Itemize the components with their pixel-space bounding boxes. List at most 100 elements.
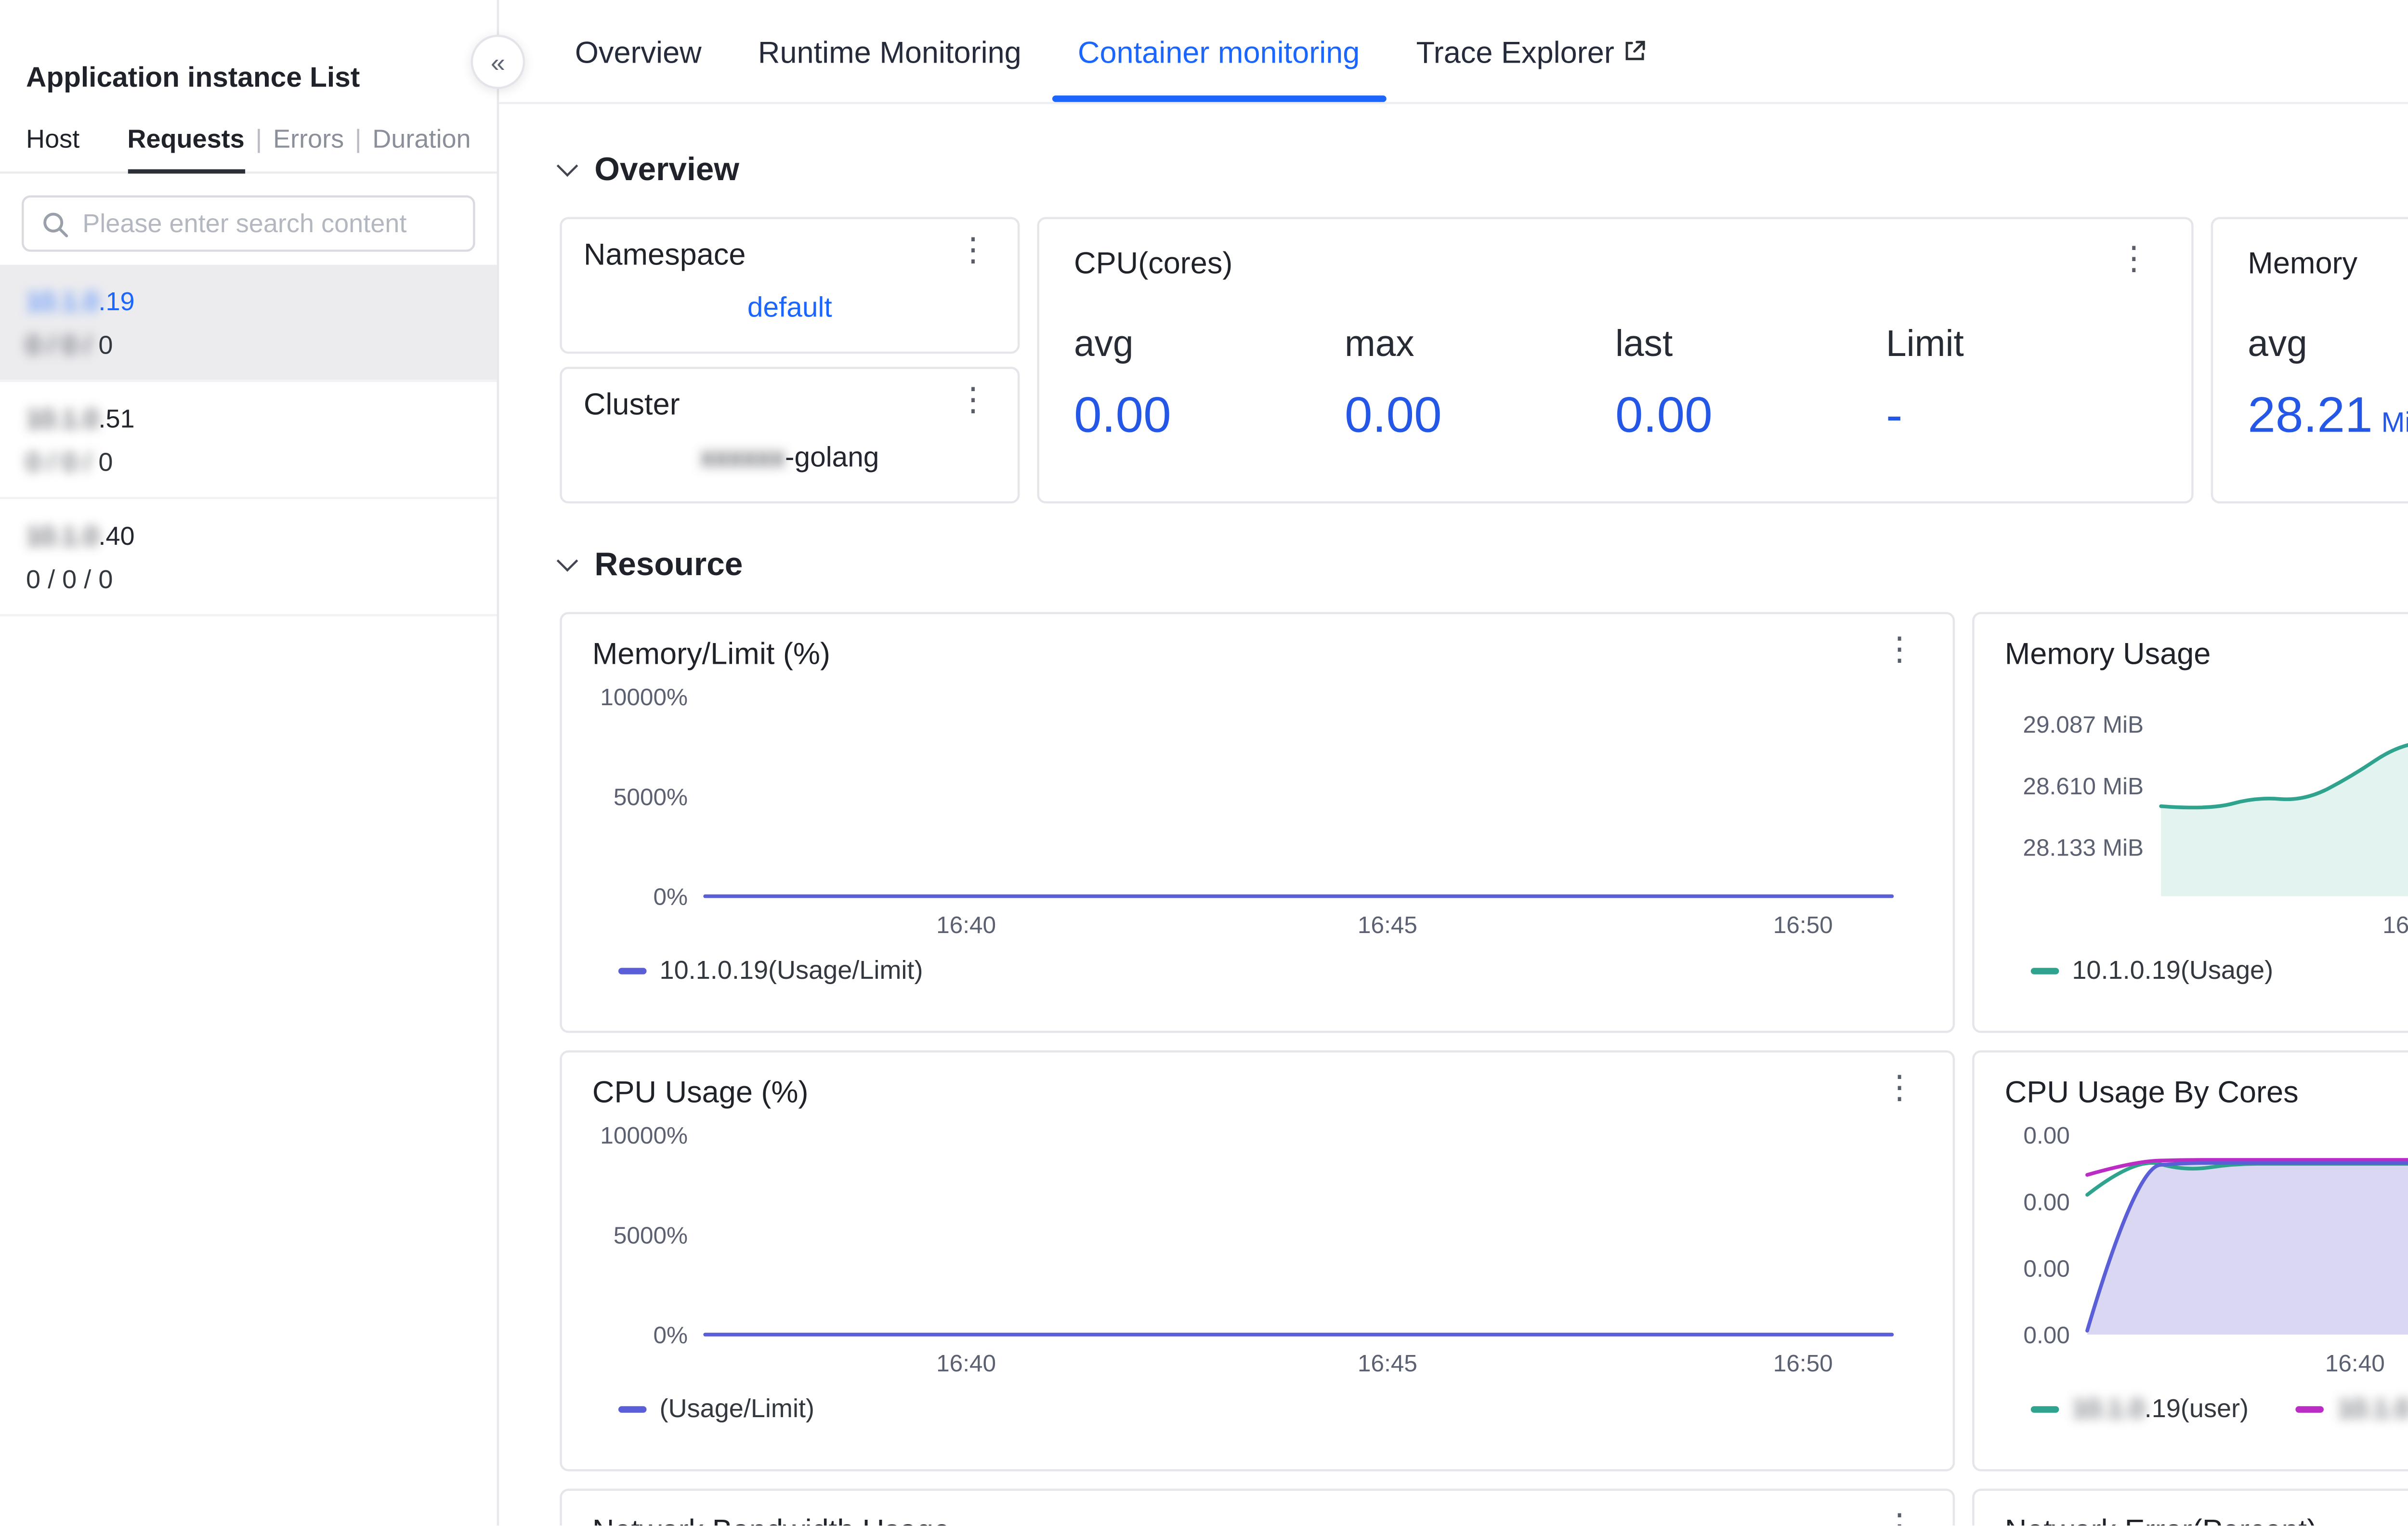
tab-requests[interactable]: Requests bbox=[127, 124, 244, 154]
cpu-usage-chart: 10000%5000%0%16:4016:4516:50 bbox=[592, 1113, 1923, 1387]
content-area: Overview Namespace ⋮ default Cluster bbox=[499, 104, 2408, 1526]
application-instance-sidebar: Application instance List Host Requests … bbox=[0, 0, 499, 1526]
tab-host[interactable]: Host bbox=[26, 124, 79, 154]
cpu-usage-chart-card: CPU Usage (%) ⋮ 10000%5000%0%16:4016:451… bbox=[560, 1050, 1955, 1471]
tab-separator: | bbox=[355, 124, 362, 154]
sidebar-tabs: Host Requests | Errors | Duration bbox=[0, 124, 497, 174]
stat-value: - bbox=[1886, 386, 1903, 443]
memory-card: Memory ⋮ avg 28.21MiB max 28.96MiB bbox=[2211, 217, 2408, 504]
instance-counts-clear: 0 bbox=[91, 330, 113, 360]
card-title: CPU(cores) bbox=[1074, 245, 1232, 280]
kebab-menu-icon[interactable]: ⋮ bbox=[2111, 245, 2157, 276]
tab-runtime-monitoring[interactable]: Runtime Monitoring bbox=[758, 0, 1021, 102]
kebab-menu-icon[interactable]: ⋮ bbox=[1877, 1513, 1923, 1526]
tab-duration[interactable]: Duration bbox=[372, 124, 471, 154]
svg-text:5000%: 5000% bbox=[614, 1222, 688, 1249]
chart-legend: (Usage/Limit) bbox=[592, 1393, 1923, 1423]
main-panel: Overview Runtime Monitoring Container mo… bbox=[499, 0, 2408, 1526]
card-title: Namespace bbox=[584, 237, 746, 271]
instance-ip: 10.1.0.19 bbox=[26, 287, 471, 317]
instance-item[interactable]: 10.1.0.40 0 / 0 / 0 bbox=[0, 499, 497, 616]
card-title: Memory bbox=[2248, 245, 2357, 280]
svg-text:28.610 MiB: 28.610 MiB bbox=[2023, 773, 2144, 800]
instance-counts: 0 / 0 / 0 bbox=[26, 330, 471, 360]
tab-errors[interactable]: Errors bbox=[273, 124, 344, 154]
instance-ip-blurred: 10.1.0 bbox=[26, 404, 98, 434]
tab-container-monitoring[interactable]: Container monitoring bbox=[1078, 0, 1360, 102]
metric-tabs: Requests | Errors | Duration bbox=[127, 124, 471, 154]
network-cards-row: Network Bandwidth Usage ⋮ Network Error(… bbox=[560, 1488, 2408, 1526]
kebab-menu-icon[interactable]: ⋮ bbox=[950, 237, 996, 267]
instance-ip-blurred: 10.1.0 bbox=[26, 521, 98, 551]
svg-text:10000%: 10000% bbox=[600, 1122, 688, 1149]
legend-label: 10.1.0.19(Usage/Limit) bbox=[660, 955, 923, 985]
legend-dash bbox=[2031, 967, 2059, 973]
namespace-value[interactable]: default bbox=[584, 291, 996, 324]
section-title: Resource bbox=[594, 547, 743, 584]
namespace-card: Namespace ⋮ default bbox=[560, 217, 1020, 354]
sidebar-collapse-button[interactable]: « bbox=[471, 35, 525, 89]
stat-label: max bbox=[1345, 323, 1615, 367]
instance-list: 10.1.0.19 0 / 0 / 0 10.1.0.51 0 / 0 / 0 … bbox=[0, 265, 497, 1526]
cpu-by-cores-chart-card: CPU Usage By Cores ⋮ 0.000.000.000.0016:… bbox=[1972, 1050, 2408, 1471]
overview-section-header[interactable]: Overview bbox=[560, 152, 2408, 189]
namespace-cluster-column: Namespace ⋮ default Cluster ⋮ xxxxxx-gol… bbox=[560, 217, 1020, 504]
network-error-card: Network Error(Percent) ⋮ bbox=[1972, 1488, 2408, 1526]
legend-item[interactable]: 10.1.0.19(user) bbox=[2031, 1393, 2249, 1423]
stat-label: last bbox=[1615, 323, 1886, 367]
svg-text:16:40: 16:40 bbox=[936, 1350, 996, 1377]
svg-text:0.00: 0.00 bbox=[2023, 1255, 2069, 1282]
svg-text:16:40: 16:40 bbox=[936, 911, 996, 938]
svg-text:10000%: 10000% bbox=[600, 684, 688, 710]
svg-text:0%: 0% bbox=[653, 883, 688, 910]
tab-trace-explorer[interactable]: Trace Explorer bbox=[1416, 0, 1647, 102]
chart-legend: 10.1.0.19(Usage) bbox=[2005, 955, 2408, 985]
legend-dash bbox=[618, 1405, 647, 1412]
instance-ip-clear: .19 bbox=[98, 287, 134, 317]
kebab-menu-icon[interactable]: ⋮ bbox=[950, 386, 996, 417]
search-box bbox=[22, 195, 475, 251]
svg-text:16:40: 16:40 bbox=[2382, 911, 2408, 938]
kebab-menu-icon[interactable]: ⋮ bbox=[1877, 1074, 1923, 1105]
instance-ip-clear: .40 bbox=[98, 521, 134, 551]
legend-dash bbox=[618, 967, 647, 973]
stat-label: avg bbox=[2248, 323, 2408, 367]
svg-text:0.00: 0.00 bbox=[2023, 1322, 2069, 1349]
legend-item[interactable]: 10.1.0.19(Usage/Limit) bbox=[618, 955, 923, 985]
svg-text:16:45: 16:45 bbox=[1358, 1350, 1417, 1377]
tab-label: Trace Explorer bbox=[1416, 34, 1614, 68]
legend-label: .19(user) bbox=[2145, 1393, 2249, 1423]
stat-max: max 0.00 bbox=[1345, 323, 1615, 445]
legend-item[interactable]: 10.1.0.19(Usage) bbox=[2031, 955, 2273, 985]
instance-counts-clear: 0 bbox=[91, 447, 113, 477]
instance-item[interactable]: 10.1.0.51 0 / 0 / 0 bbox=[0, 382, 497, 499]
legend-label: (Usage/Limit) bbox=[660, 1393, 814, 1423]
stat-label: Limit bbox=[1886, 323, 2157, 367]
kebab-menu-icon[interactable]: ⋮ bbox=[1877, 636, 1923, 666]
tab-overview[interactable]: Overview bbox=[575, 0, 702, 102]
top-nav-tabs: Overview Runtime Monitoring Container mo… bbox=[499, 0, 2408, 104]
instance-ip: 10.1.0.51 bbox=[26, 404, 471, 434]
instance-counts: 0 / 0 / 0 bbox=[26, 564, 471, 594]
chevron-down-icon bbox=[557, 155, 578, 177]
legend-item[interactable]: 10.1.0.19(system) bbox=[2296, 1393, 2408, 1423]
chevron-down-icon bbox=[557, 550, 578, 572]
stat-value: 0.00 bbox=[1074, 386, 1171, 443]
stat-unit: MiB bbox=[2382, 406, 2408, 438]
cluster-card: Cluster ⋮ xxxxxx-golang bbox=[560, 367, 1020, 503]
search-input[interactable] bbox=[82, 208, 456, 238]
stat-avg: avg 28.21MiB bbox=[2248, 323, 2408, 445]
legend-label-blurred: 10.1.0 bbox=[2338, 1393, 2408, 1423]
instance-ip: 10.1.0.40 bbox=[26, 521, 471, 551]
resource-section-header[interactable]: Resource bbox=[560, 547, 2408, 584]
legend-dash bbox=[2031, 1405, 2059, 1412]
app-viewport: Application instance List Host Requests … bbox=[0, 0, 2408, 1526]
instance-item[interactable]: 10.1.0.19 0 / 0 / 0 bbox=[0, 265, 497, 382]
chart-title: Network Bandwidth Usage bbox=[592, 1513, 950, 1526]
legend-label-blurred: 10.1.0 bbox=[2072, 1393, 2144, 1423]
chart-title: CPU Usage (%) bbox=[592, 1074, 809, 1109]
legend-item[interactable]: (Usage/Limit) bbox=[618, 1393, 814, 1423]
instance-counts: 0 / 0 / 0 bbox=[26, 447, 471, 477]
svg-text:0%: 0% bbox=[653, 1322, 688, 1349]
cpu-stats-row: avg 0.00 max 0.00 last 0.00 Limit bbox=[1074, 323, 2157, 445]
